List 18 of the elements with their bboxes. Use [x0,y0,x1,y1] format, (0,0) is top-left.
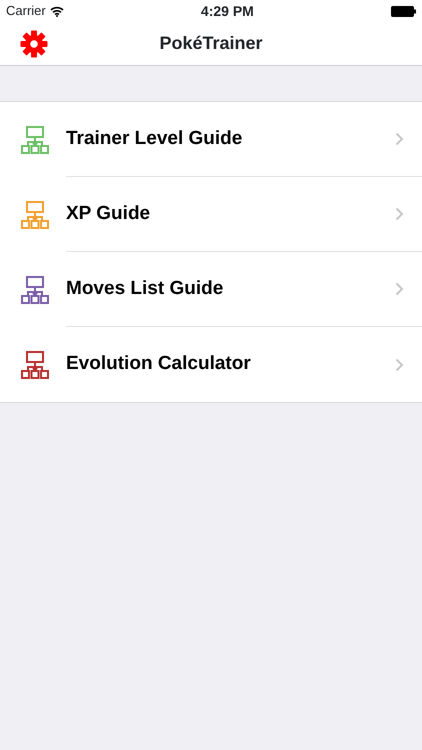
settings-icon[interactable] [20,30,48,58]
menu-row[interactable]: Moves List Guide [0,252,422,327]
chevron-icon [395,132,404,146]
menu-label: XP Guide [66,202,150,226]
wifi-icon [50,6,64,16]
chevron-icon [395,282,404,296]
menu-label: Moves List Guide [66,276,224,301]
chevron-icon [395,207,404,221]
menu-row[interactable]: Trainer Level Guide [0,102,422,177]
menu-label: Trainer Level Guide [66,126,242,151]
menu-row[interactable]: Evolution Calculator [0,327,422,402]
menu-label: Evolution Calculator [66,352,251,376]
chevron-icon [395,358,404,372]
menu-row[interactable]: XP Guide [0,177,422,252]
battery-icon [391,6,416,16]
carrier-text: Carrier [6,2,46,20]
time-text: 4:29 PM [200,2,254,20]
screen-title: PokéTrainer [159,32,263,55]
